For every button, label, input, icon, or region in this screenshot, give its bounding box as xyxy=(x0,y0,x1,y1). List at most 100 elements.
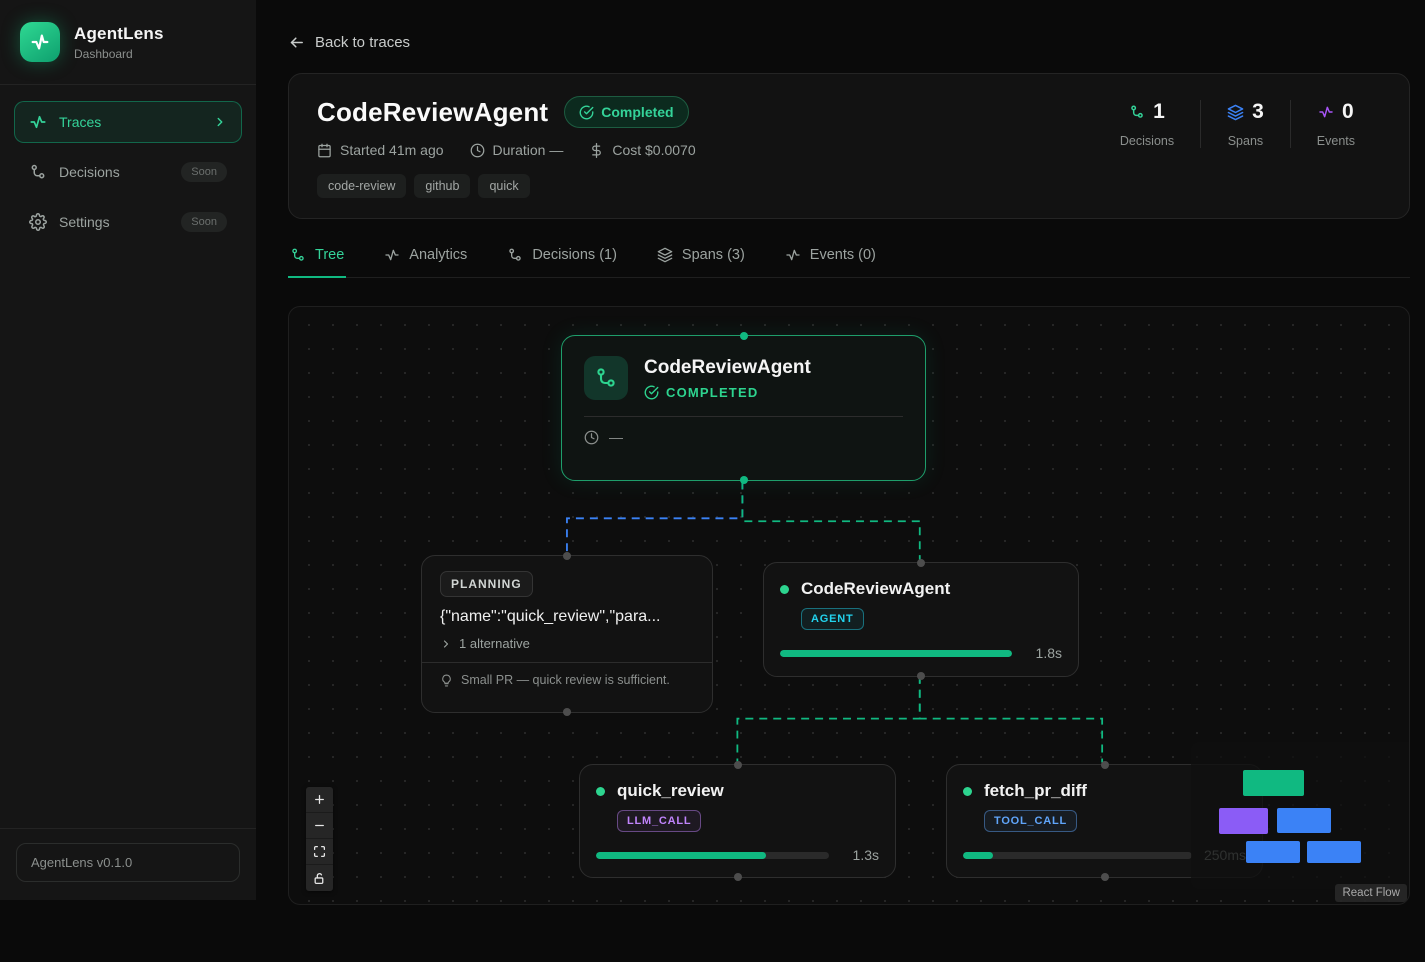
trace-header-card: CodeReviewAgent Completed Started 41m ag… xyxy=(288,73,1410,219)
duration-bar-fill xyxy=(780,650,1012,657)
minimap-node-tool xyxy=(1307,841,1361,863)
layers-icon xyxy=(1227,104,1244,121)
duration-bar-track xyxy=(963,852,1192,859)
tab-bar: Tree Analytics Decisions (1) Spans (3) xyxy=(288,247,1410,278)
duration-bar-track xyxy=(596,852,829,859)
alternatives-toggle[interactable]: 1 alternative xyxy=(440,636,694,651)
decision-content: {"name":"quick_review","para... xyxy=(440,608,694,626)
trace-tree-canvas[interactable]: CodeReviewAgent COMPLETED — xyxy=(288,306,1410,905)
activity-icon xyxy=(29,113,47,131)
trace-title: CodeReviewAgent xyxy=(317,97,548,128)
tag: github xyxy=(414,174,470,198)
flow-minimap[interactable] xyxy=(1191,742,1409,889)
node-handle xyxy=(917,672,925,680)
node-handle xyxy=(740,476,748,484)
duration-meta: Duration — xyxy=(470,142,564,158)
duration-bar-track xyxy=(780,650,1012,657)
lightbulb-icon xyxy=(440,674,453,687)
zoom-in-button[interactable] xyxy=(306,787,333,813)
node-duration: 1.3s xyxy=(841,847,879,863)
app-subtitle: Dashboard xyxy=(74,47,164,61)
cost-meta: Cost $0.0070 xyxy=(589,142,695,158)
clock-icon xyxy=(470,143,485,158)
node-title: quick_review xyxy=(617,781,724,801)
node-handle xyxy=(734,761,742,769)
minimap-node-root xyxy=(1243,770,1304,796)
node-handle xyxy=(734,873,742,881)
sidebar-item-label: Decisions xyxy=(59,164,120,180)
soon-badge: Soon xyxy=(181,162,227,182)
app-logo xyxy=(20,22,60,62)
tab-analytics[interactable]: Analytics xyxy=(382,247,469,278)
tags-row: code-review github quick xyxy=(317,174,1381,198)
node-title: CodeReviewAgent xyxy=(644,357,811,379)
tab-decisions[interactable]: Decisions (1) xyxy=(505,247,619,278)
sidebar-item-label: Traces xyxy=(59,114,101,130)
react-flow-attribution[interactable]: React Flow xyxy=(1335,884,1407,902)
span-type-badge: AGENT xyxy=(801,608,864,630)
git-branch-icon xyxy=(584,356,628,400)
span-type-badge: TOOL_CALL xyxy=(984,810,1077,832)
activity-icon xyxy=(29,31,51,53)
soon-badge: Soon xyxy=(181,212,227,232)
node-llm-call[interactable]: quick_review LLM_CALL 1.3s xyxy=(579,764,896,878)
flow-controls xyxy=(306,787,333,891)
lock-toggle-button[interactable] xyxy=(306,865,333,891)
minimap-node-agent xyxy=(1277,808,1331,833)
check-circle-icon xyxy=(579,105,594,120)
sidebar-footer: AgentLens v0.1.0 xyxy=(0,828,256,900)
tab-events[interactable]: Events (0) xyxy=(783,247,878,278)
node-handle xyxy=(1101,873,1109,881)
activity-icon xyxy=(1318,104,1334,120)
sidebar-header: AgentLens Dashboard xyxy=(0,0,256,85)
duration-bar-fill xyxy=(963,852,993,859)
node-title: CodeReviewAgent xyxy=(801,579,950,599)
chevron-right-icon xyxy=(213,115,227,129)
node-handle xyxy=(563,708,571,716)
status-dot xyxy=(780,585,789,594)
started-meta: Started 41m ago xyxy=(317,142,444,158)
node-title: fetch_pr_diff xyxy=(984,781,1087,801)
decision-type-badge: PLANNING xyxy=(440,571,533,597)
tag: code-review xyxy=(317,174,406,198)
stat-spans: 3 Spans xyxy=(1200,100,1290,148)
arrow-left-icon xyxy=(288,34,305,51)
git-branch-icon xyxy=(1129,104,1145,120)
dollar-icon xyxy=(589,143,604,158)
node-duration: 1.8s xyxy=(1024,645,1062,661)
tab-spans[interactable]: Spans (3) xyxy=(655,247,747,278)
node-handle xyxy=(740,332,748,340)
trace-stats: 1 Decisions 3 Spans xyxy=(1094,100,1381,148)
main-content: Back to traces CodeReviewAgent Completed xyxy=(256,0,1425,905)
activity-icon xyxy=(384,247,400,263)
clock-icon xyxy=(584,430,599,445)
node-planning-decision[interactable]: PLANNING {"name":"quick_review","para...… xyxy=(421,555,713,713)
sidebar-item-settings[interactable]: Settings Soon xyxy=(14,201,242,243)
tab-tree[interactable]: Tree xyxy=(288,247,346,278)
decision-rationale: Small PR — quick review is sufficient. xyxy=(440,663,694,697)
zoom-out-button[interactable] xyxy=(306,813,333,839)
check-circle-icon xyxy=(644,385,659,400)
minimap-node-llm xyxy=(1246,841,1300,863)
node-status: COMPLETED xyxy=(644,385,811,400)
node-agent-span[interactable]: CodeReviewAgent AGENT 1.8s xyxy=(763,562,1079,677)
span-type-badge: LLM_CALL xyxy=(617,810,701,832)
node-root-agent[interactable]: CodeReviewAgent COMPLETED — xyxy=(561,335,926,481)
status-dot xyxy=(596,787,605,796)
duration-bar-fill xyxy=(596,852,766,859)
status-dot xyxy=(963,787,972,796)
fit-view-button[interactable] xyxy=(306,839,333,865)
git-branch-icon xyxy=(29,163,47,181)
sidebar-item-label: Settings xyxy=(59,214,110,230)
layers-icon xyxy=(657,247,673,263)
back-to-traces-link[interactable]: Back to traces xyxy=(288,34,410,51)
stat-events: 0 Events xyxy=(1290,100,1381,148)
status-badge: Completed xyxy=(564,96,688,128)
calendar-icon xyxy=(317,143,332,158)
chevron-right-icon xyxy=(440,638,452,650)
sidebar-nav: Traces Decisions Soon Settings Soon xyxy=(0,85,256,259)
sidebar-item-traces[interactable]: Traces xyxy=(14,101,242,143)
stat-decisions: 1 Decisions xyxy=(1094,100,1200,148)
sidebar-item-decisions[interactable]: Decisions Soon xyxy=(14,151,242,193)
node-duration: — xyxy=(609,429,623,445)
